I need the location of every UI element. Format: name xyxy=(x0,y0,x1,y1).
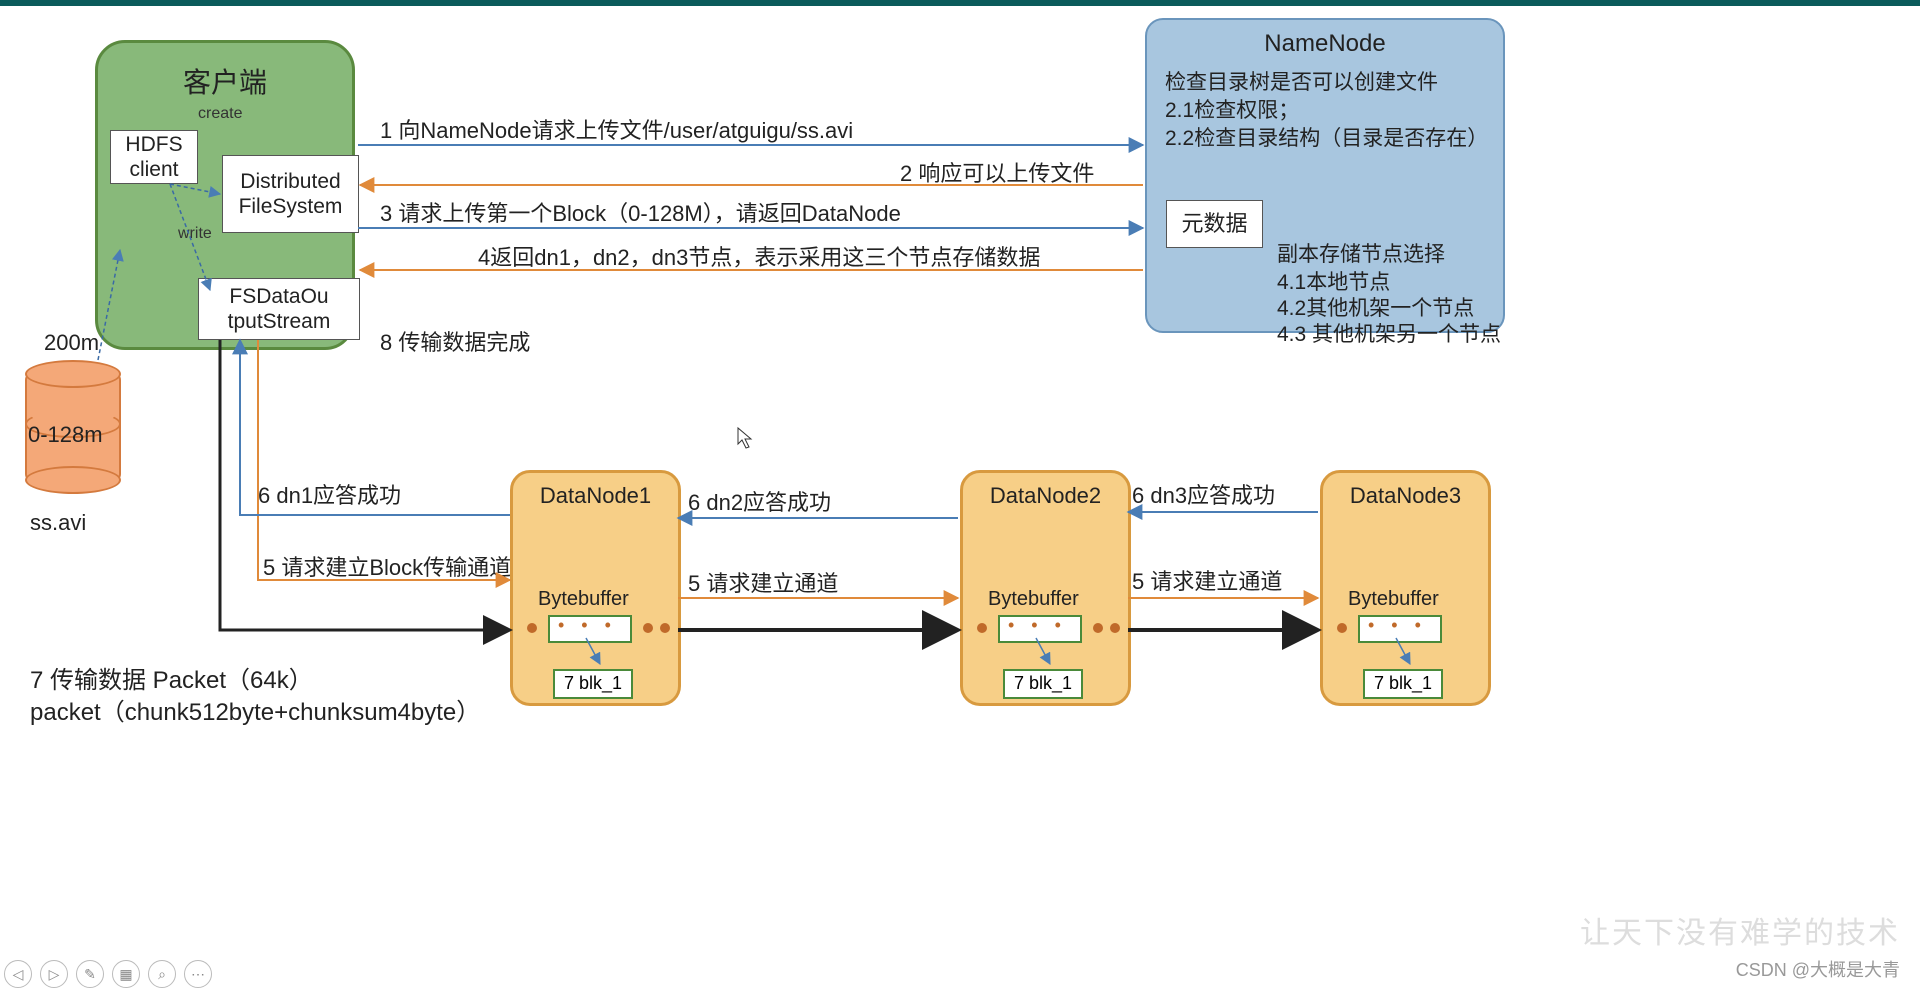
csdn-watermark: CSDN @大概是大青 xyxy=(1736,956,1900,982)
namenode-title: NameNode xyxy=(1147,30,1503,58)
step7-label: 7 传输数据 Packet（64k） xyxy=(30,660,313,695)
tool-more-icon[interactable]: ⋯ xyxy=(184,960,212,988)
step8-label: 8 传输数据完成 xyxy=(380,325,530,357)
file-block-label: 0-128m xyxy=(28,422,103,448)
datanode3-title: DataNode3 xyxy=(1323,483,1488,509)
datanode2-box: DataNode2 Bytebuffer 7 blk_1 xyxy=(960,470,1131,706)
datanode3-buffer-icon xyxy=(1358,615,1442,643)
step3-label: 3 请求上传第一个Block（0-128M），请返回DataNode xyxy=(380,196,901,228)
tool-pen-icon[interactable]: ✎ xyxy=(76,960,104,988)
client-create-label: create xyxy=(198,105,242,123)
datanode1-bytebuffer: Bytebuffer xyxy=(538,588,629,611)
file-size-label: 200m xyxy=(44,330,99,356)
tagline-watermark: 让天下没有难学的技术 xyxy=(1580,908,1900,952)
step6b-label: 6 dn2应答成功 xyxy=(688,485,831,517)
datanode1-buffer-icon xyxy=(548,615,632,643)
nn-line2: 2.1检查权限； xyxy=(1165,94,1299,124)
diagram-stage: 客户端 create write HDFS client Distributed… xyxy=(0,0,1920,994)
step5a-label: 5 请求建立Block传输通道 xyxy=(263,550,511,582)
step4-label: 4返回dn1，dn2，dn3节点，表示采用这三个节点存储数据 xyxy=(478,240,1040,272)
tool-grid-icon[interactable]: ▦ xyxy=(112,960,140,988)
datanode2-bytebuffer: Bytebuffer xyxy=(988,588,1079,611)
datanode2-buffer-icon xyxy=(998,615,1082,643)
top-bar xyxy=(0,0,1920,6)
nn-s1: 副本存储节点选择 xyxy=(1277,238,1445,268)
client-write-label: write xyxy=(178,225,212,243)
metadata-box: 元数据 xyxy=(1166,200,1263,248)
datanode3-block: 7 blk_1 xyxy=(1363,669,1443,699)
step2-label: 2 响应可以上传文件 xyxy=(900,156,1094,188)
step6a-label: 6 dn1应答成功 xyxy=(258,478,401,510)
client-title: 客户端 xyxy=(98,61,352,101)
datanode3-bytebuffer: Bytebuffer xyxy=(1348,588,1439,611)
bottom-toolbar: ◁ ▷ ✎ ▦ ⌕ ⋯ xyxy=(4,960,212,988)
hdfs-client-box: HDFS client xyxy=(110,130,198,184)
datanode2-title: DataNode2 xyxy=(963,483,1128,509)
tool-next-icon[interactable]: ▷ xyxy=(40,960,68,988)
fsdataoutputstream-box: FSDataOu tputStream xyxy=(198,278,360,340)
distributed-filesystem-box: Distributed FileSystem xyxy=(222,155,359,233)
datanode2-block: 7 blk_1 xyxy=(1003,669,1083,699)
step5b-label: 5 请求建立通道 xyxy=(688,566,838,598)
datanode1-title: DataNode1 xyxy=(513,483,678,509)
tool-prev-icon[interactable]: ◁ xyxy=(4,960,32,988)
step1-label: 1 向NameNode请求上传文件/user/atguigu/ss.avi xyxy=(380,113,853,145)
nn-s4: 4.3 其他机架另一个节点 xyxy=(1277,318,1501,348)
step6c-label: 6 dn3应答成功 xyxy=(1132,478,1275,510)
datanode1-box: DataNode1 Bytebuffer 7 blk_1 xyxy=(510,470,681,706)
step7b-label: packet（chunk512byte+chunksum4byte） xyxy=(30,692,480,727)
file-name-label: ss.avi xyxy=(30,510,86,536)
step5c-label: 5 请求建立通道 xyxy=(1132,564,1282,596)
datanode1-block: 7 blk_1 xyxy=(553,669,633,699)
nn-line3: 2.2检查目录结构（目录是否存在） xyxy=(1165,122,1488,152)
namenode-box: NameNode 检查目录树是否可以创建文件 2.1检查权限； 2.2检查目录结… xyxy=(1145,18,1505,333)
datanode3-box: DataNode3 Bytebuffer 7 blk_1 xyxy=(1320,470,1491,706)
tool-zoom-icon[interactable]: ⌕ xyxy=(148,960,176,988)
nn-line1: 检查目录树是否可以创建文件 xyxy=(1165,66,1438,96)
